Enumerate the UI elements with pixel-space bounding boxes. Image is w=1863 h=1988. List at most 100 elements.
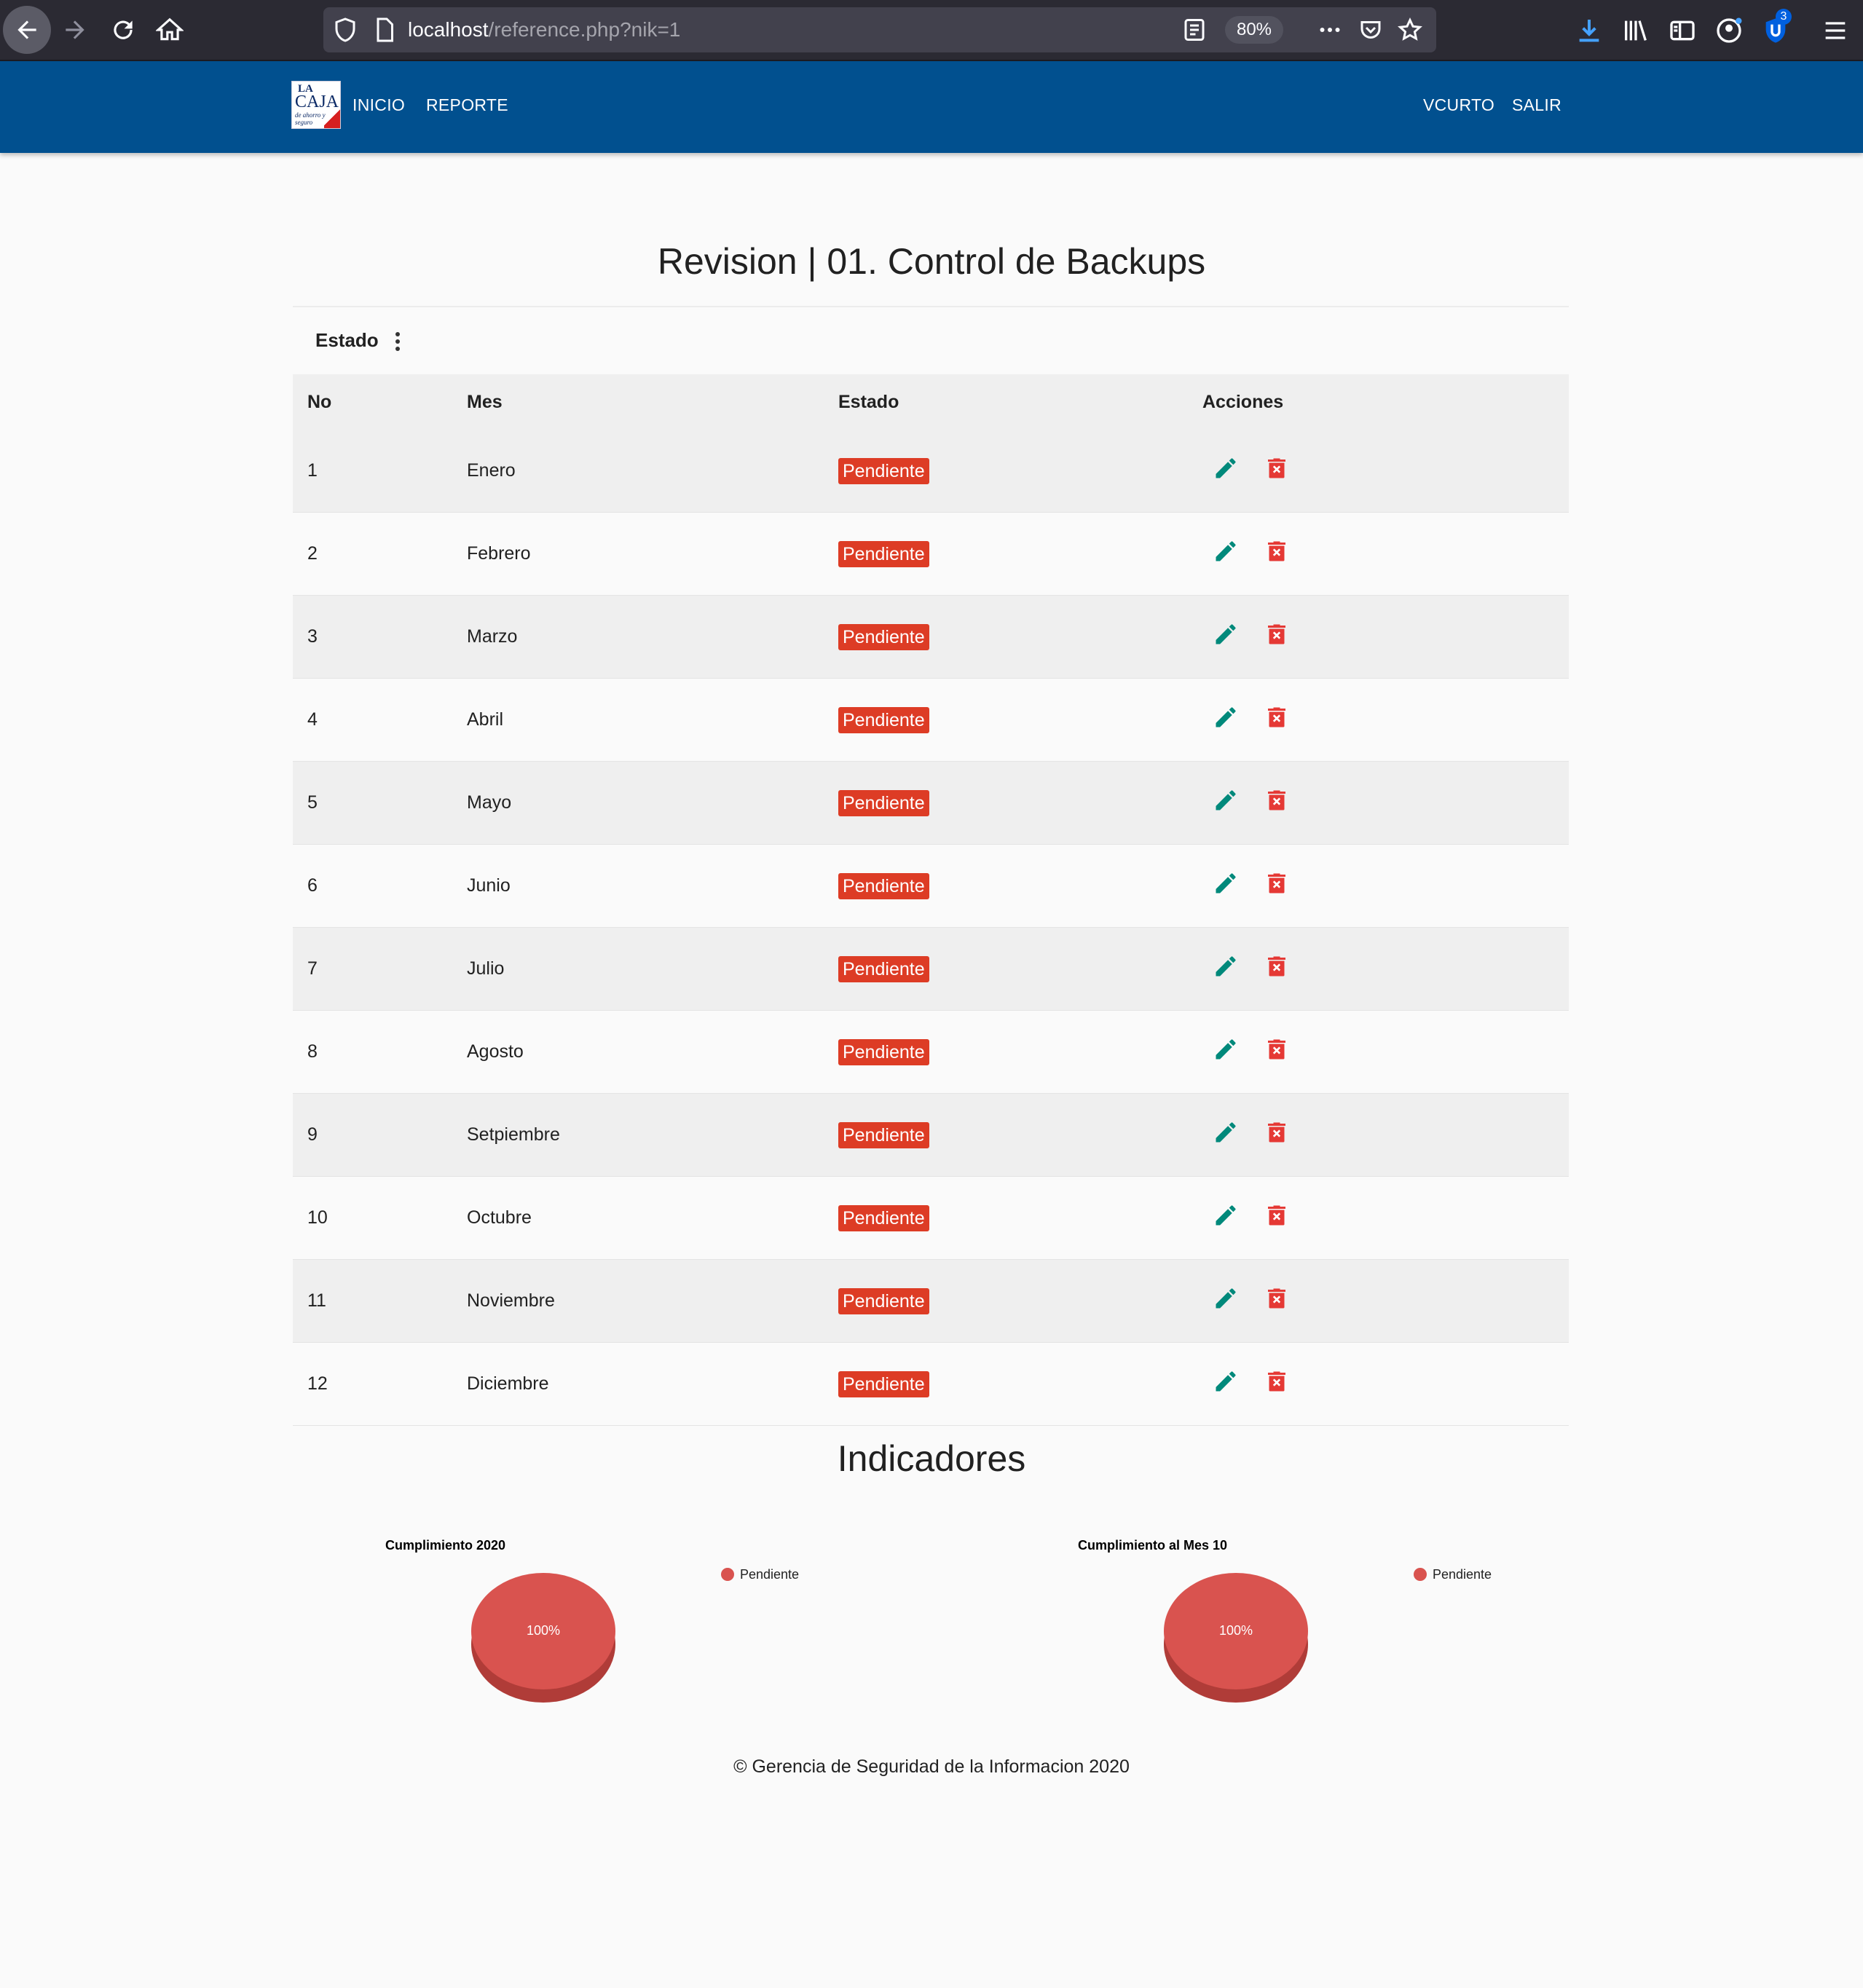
more-vert-icon[interactable] — [390, 332, 405, 354]
cell-acciones — [1188, 761, 1569, 845]
reader-view-icon[interactable] — [1181, 17, 1208, 43]
url-bar[interactable]: localhost/reference.php?nik=1 80% — [323, 7, 1436, 52]
more-icon[interactable] — [1317, 17, 1343, 43]
table-row: 10 Octubre Pendiente — [293, 1176, 1569, 1260]
status-badge: Pendiente — [838, 706, 929, 733]
edit-button[interactable] — [1213, 1119, 1239, 1145]
edit-button[interactable] — [1213, 455, 1239, 481]
chart-2-legend[interactable]: Pendiente — [1414, 1567, 1492, 1582]
edit-button[interactable] — [1213, 704, 1239, 730]
status-badge: Pendiente — [838, 872, 929, 899]
trash-icon — [1264, 624, 1290, 652]
edit-button[interactable] — [1213, 953, 1239, 979]
table-row: 3 Marzo Pendiente — [293, 595, 1569, 679]
pocket-icon[interactable] — [1358, 17, 1384, 43]
legend-dot — [1414, 1568, 1427, 1581]
pencil-icon — [1213, 541, 1239, 569]
cell-mes: Agosto — [452, 1010, 824, 1094]
table-row: 1 Enero Pendiente — [293, 430, 1569, 513]
trash-icon — [1264, 1288, 1290, 1316]
table-row: 11 Noviembre Pendiente — [293, 1259, 1569, 1343]
cell-acciones — [1188, 1176, 1569, 1260]
trash-icon — [1264, 1371, 1290, 1399]
page-icon[interactable] — [371, 17, 398, 43]
account-icon[interactable] — [1714, 16, 1744, 45]
cell-mes: Enero — [452, 430, 824, 513]
nav-user[interactable]: VCURTO — [1423, 61, 1494, 149]
col-estado: Estado — [824, 374, 1188, 430]
shield-icon[interactable] — [332, 17, 358, 43]
cell-estado: Pendiente — [824, 844, 1188, 928]
reload-button[interactable] — [99, 6, 147, 54]
col-acciones: Acciones — [1188, 374, 1569, 430]
cell-mes: Marzo — [452, 595, 824, 679]
cell-estado: Pendiente — [824, 678, 1188, 762]
col-no: No — [293, 374, 452, 430]
app-navbar: LA CAJA de ahorro y seguro INICIO REPORT… — [0, 61, 1863, 153]
delete-button[interactable] — [1264, 704, 1290, 730]
edit-button[interactable] — [1213, 1036, 1239, 1062]
delete-button[interactable] — [1264, 455, 1290, 481]
delete-button[interactable] — [1264, 1285, 1290, 1311]
edit-button[interactable] — [1213, 870, 1239, 896]
trash-icon — [1264, 873, 1290, 901]
sidebar-icon[interactable] — [1668, 16, 1697, 45]
cell-estado: Pendiente — [824, 430, 1188, 513]
back-button[interactable] — [3, 6, 51, 54]
delete-button[interactable] — [1264, 1368, 1290, 1395]
delete-button[interactable] — [1264, 787, 1290, 813]
edit-button[interactable] — [1213, 787, 1239, 813]
status-badge: Pendiente — [838, 789, 929, 816]
delete-button[interactable] — [1264, 1036, 1290, 1062]
reviews-table: No Mes Estado Acciones 1 Enero Pendiente 2 F… — [293, 374, 1569, 1426]
legend-label: Pendiente — [740, 1567, 800, 1582]
library-icon[interactable] — [1621, 16, 1650, 45]
delete-button[interactable] — [1264, 953, 1290, 979]
status-badge: Pendiente — [838, 623, 929, 650]
cell-acciones — [1188, 430, 1569, 513]
nav-logout[interactable]: SALIR — [1512, 61, 1561, 149]
menu-icon[interactable] — [1821, 16, 1850, 45]
edit-button[interactable] — [1213, 1202, 1239, 1228]
delete-button[interactable] — [1264, 1202, 1290, 1228]
home-button[interactable] — [146, 6, 194, 54]
edit-button[interactable] — [1213, 538, 1239, 564]
cell-acciones — [1188, 512, 1569, 596]
chart-1-title: Cumplimiento 2020 — [385, 1538, 506, 1553]
delete-button[interactable] — [1264, 870, 1290, 896]
trash-icon — [1264, 790, 1290, 818]
forward-button[interactable] — [51, 6, 99, 54]
table-row: 2 Febrero Pendiente — [293, 512, 1569, 596]
home-icon — [156, 17, 184, 41]
zoom-level[interactable]: 80% — [1225, 16, 1283, 44]
chart-2-data-label: 100% — [1218, 1623, 1253, 1638]
cell-acciones — [1188, 844, 1569, 928]
cell-estado: Pendiente — [824, 927, 1188, 1011]
edit-button[interactable] — [1213, 1368, 1239, 1395]
cell-no: 10 — [293, 1176, 452, 1260]
cell-no: 12 — [293, 1342, 452, 1426]
cell-acciones — [1188, 1093, 1569, 1177]
cell-acciones — [1188, 595, 1569, 679]
status-badge: Pendiente — [838, 1287, 929, 1314]
status-badge: Pendiente — [838, 955, 929, 982]
trash-icon — [1264, 541, 1290, 569]
nav-inicio[interactable]: INICIO — [352, 61, 405, 149]
legend-dot — [721, 1568, 734, 1581]
delete-button[interactable] — [1264, 1119, 1290, 1145]
star-icon[interactable] — [1397, 17, 1423, 43]
download-icon[interactable] — [1575, 16, 1604, 45]
delete-button[interactable] — [1264, 621, 1290, 647]
chart-1-legend[interactable]: Pendiente — [721, 1567, 799, 1582]
pencil-icon — [1213, 873, 1239, 901]
edit-button[interactable] — [1213, 621, 1239, 647]
edit-button[interactable] — [1213, 1285, 1239, 1311]
nav-reporte[interactable]: REPORTE — [426, 61, 508, 149]
footer-copyright: © Gerencia de Seguridad de la Informacio… — [733, 1756, 1130, 1777]
brand-logo[interactable]: LA CAJA de ahorro y seguro — [291, 81, 341, 129]
delete-button[interactable] — [1264, 538, 1290, 564]
cell-mes: Setpiembre — [452, 1093, 824, 1177]
cell-estado: Pendiente — [824, 595, 1188, 679]
table-row: 5 Mayo Pendiente — [293, 761, 1569, 845]
url-text[interactable]: localhost/reference.php?nik=1 — [408, 7, 680, 52]
